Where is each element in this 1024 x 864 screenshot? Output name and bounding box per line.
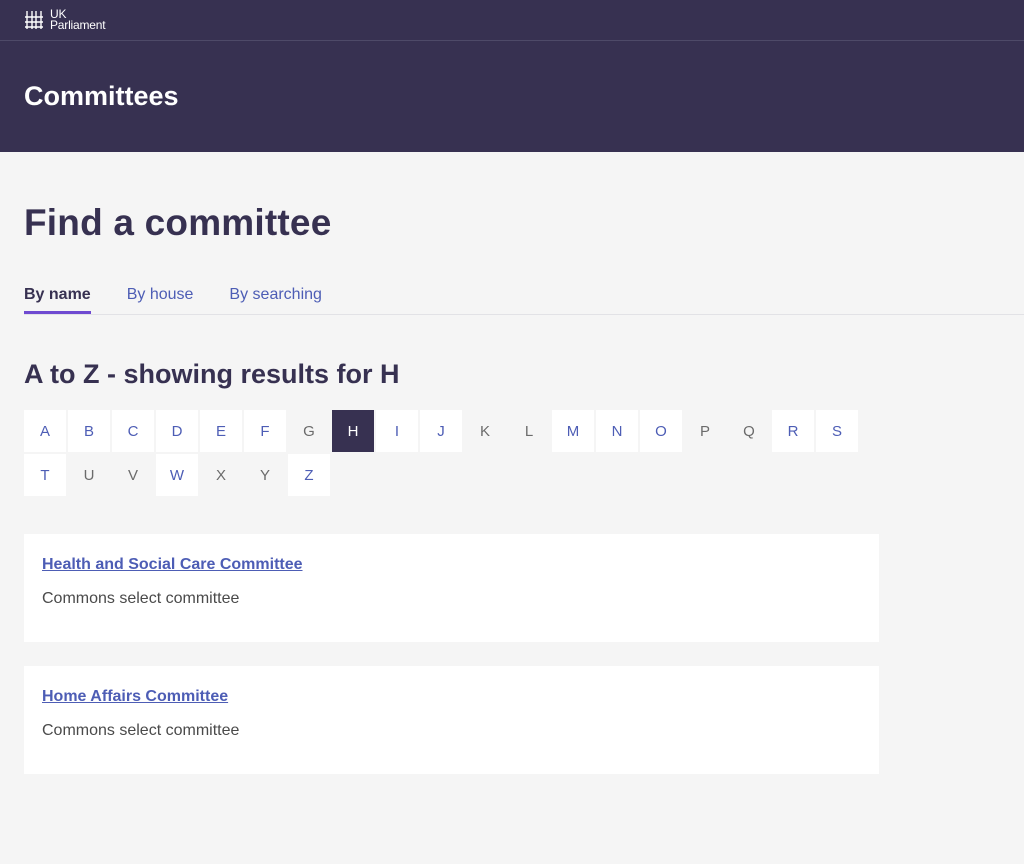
letter-q: Q <box>743 422 755 440</box>
tab-by-house[interactable]: By house <box>127 286 194 314</box>
letter-j[interactable]: J <box>420 410 462 452</box>
letter-t[interactable]: T <box>24 454 66 496</box>
letter-c[interactable]: C <box>112 410 154 452</box>
letter-v: V <box>127 466 138 484</box>
letter-u: U <box>83 466 95 484</box>
letter-z[interactable]: Z <box>288 454 330 496</box>
site-header: Committees <box>0 41 1024 152</box>
letter-g: G <box>303 422 315 440</box>
brand-line-parliament: Parliament <box>50 18 106 32</box>
letter-x: X <box>215 466 226 484</box>
result-card: Home Affairs Committee Commons select co… <box>24 666 879 774</box>
uk-parliament-logo[interactable]: UK Parliament <box>24 8 106 32</box>
letter-l: L <box>524 422 534 440</box>
letter-selector: ABCDEFGHIJK LMNOP QRS TU VWX YZ <box>24 410 864 498</box>
letter-e[interactable]: E <box>200 410 242 452</box>
letter-n[interactable]: N <box>596 410 638 452</box>
letter-o[interactable]: O <box>640 410 682 452</box>
letter-b[interactable]: B <box>68 410 110 452</box>
committee-link[interactable]: Home Affairs Committee <box>42 688 228 705</box>
letter-a[interactable]: A <box>24 410 66 452</box>
tab-by-searching[interactable]: By searching <box>229 286 322 314</box>
committee-type: Commons select committee <box>42 722 240 739</box>
section-title[interactable]: Committees <box>24 81 179 112</box>
letter-k: K <box>479 422 490 440</box>
letter-m[interactable]: M <box>552 410 594 452</box>
results-list: Health and Social Care Committee Commons… <box>24 534 879 774</box>
committee-link[interactable]: Health and Social Care Committee <box>42 556 303 573</box>
result-card: Health and Social Care Committee Commons… <box>24 534 879 642</box>
search-tabs: By name By house By searching <box>24 286 1024 315</box>
a-to-z-heading: A to Z - showing results for H <box>24 359 400 389</box>
page-title: Find a committee <box>24 202 332 243</box>
letter-r[interactable]: R <box>772 410 814 452</box>
letter-i[interactable]: I <box>376 410 418 452</box>
letter-h[interactable]: H <box>332 410 374 452</box>
letter-y: Y <box>259 466 270 484</box>
letter-f[interactable]: F <box>244 410 286 452</box>
letter-w[interactable]: W <box>156 454 198 496</box>
letter-s[interactable]: S <box>816 410 858 452</box>
letter-d[interactable]: D <box>156 410 198 452</box>
main-content: Find a committee By name By house By sea… <box>0 202 1024 774</box>
tab-by-name[interactable]: By name <box>24 286 91 314</box>
top-bar: UK Parliament <box>0 0 1024 41</box>
letter-p: P <box>699 422 710 440</box>
portcullis-icon <box>25 11 43 29</box>
brand-text: UK Parliament <box>50 8 106 32</box>
committee-type: Commons select committee <box>42 590 240 607</box>
